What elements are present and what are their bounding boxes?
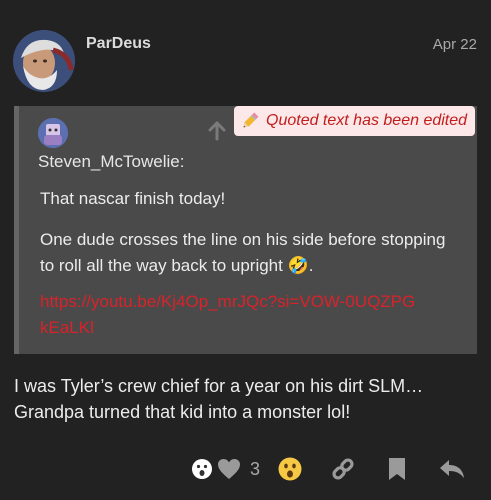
quoted-avatar-image [38,118,68,148]
reply-icon [440,460,464,478]
heart-icon [218,459,240,479]
edited-label: Quoted text has been edited [266,112,468,129]
post: ParDeus Apr 22 Quoted text has been edit… [0,0,491,500]
arrow-up-icon [208,121,226,141]
quoted-user-avatar[interactable] [38,118,68,148]
post-body: I was Tyler’s crew chief for a year on h… [14,376,424,422]
bookmark-button[interactable] [386,452,408,486]
quote-link[interactable]: https://youtu.be/Kj4Op_mrJQc?si=VOW-0UQZ… [40,289,420,341]
quote-block: Quoted text has been edited Steven_McTow… [14,106,477,354]
go-to-quoted-post-button[interactable] [206,120,228,142]
username[interactable]: ParDeus [86,35,151,53]
post-actions: 3 [0,452,491,486]
quoted-author[interactable]: Steven_McTowelie: [38,152,184,172]
open-mouth-emoji-icon [192,459,212,479]
like-button[interactable] [216,452,242,486]
avatar[interactable] [13,30,75,92]
pencil-icon [243,112,259,128]
astonished-emoji-icon [278,457,302,481]
reaction-button[interactable] [277,452,303,486]
post-date[interactable]: Apr 22 [433,36,477,53]
reply-button[interactable] [438,452,466,486]
quote-edited-badge: Quoted text has been edited [234,106,476,136]
quote-text-line: One dude crosses the line on his side be… [40,230,446,275]
quote-text-line: That nascar finish today! [40,189,226,208]
bookmark-icon [389,458,405,480]
avatar-image [13,30,75,92]
like-count[interactable]: 3 [250,452,260,486]
reaction-surprise-button[interactable] [190,452,214,486]
link-icon [332,458,354,480]
share-link-button[interactable] [330,452,356,486]
